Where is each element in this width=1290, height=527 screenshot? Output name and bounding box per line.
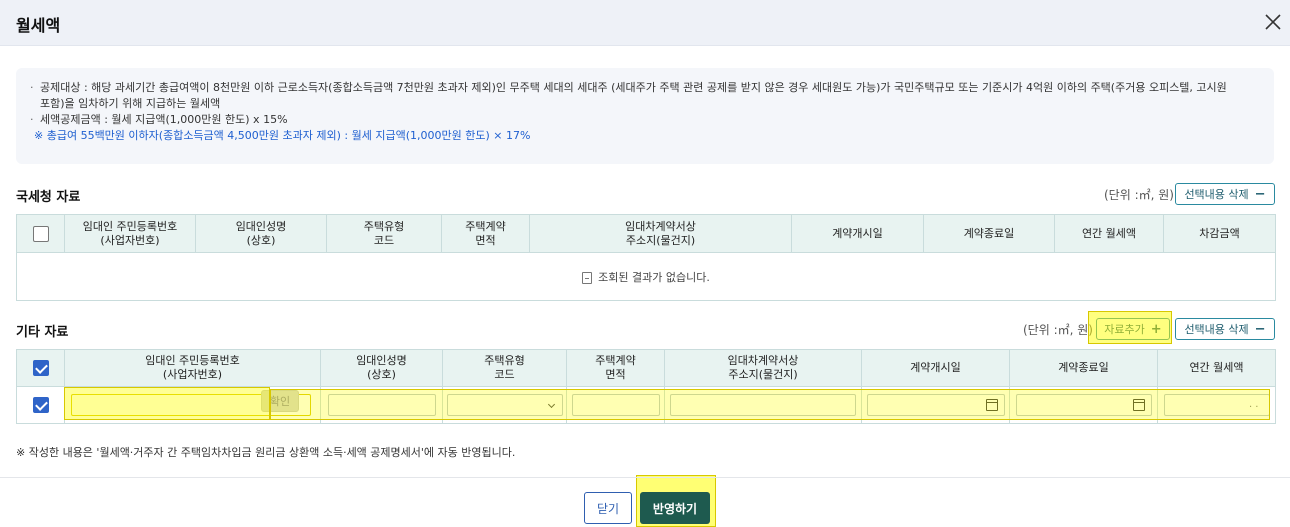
end-date-cell — [1009, 386, 1158, 424]
house-type-select[interactable] — [446, 394, 563, 416]
nts-col-deduct-amount: 차감금액 — [1163, 214, 1276, 253]
add-data-button[interactable]: 자료추가 + — [1096, 318, 1170, 340]
modal-title: 월세액 — [16, 16, 61, 35]
checkbox-checked-icon[interactable] — [32, 360, 49, 376]
other-col-landlord-name: 임대인성명 (상호) — [320, 349, 443, 387]
nts-col-annual-rent: 연간 월세액 — [1054, 214, 1164, 253]
apply-button[interactable]: 반영하기 — [640, 492, 710, 524]
landlord-id-cell: 확인 — [64, 386, 321, 424]
calendar-icon[interactable] — [985, 399, 998, 411]
modal-header: 월세액 — [0, 0, 1290, 46]
notice-line-amount: · 세액공제금액 : 월세 지급액(1,000만원 한도) x 15% — [30, 113, 288, 126]
address-input[interactable] — [670, 394, 856, 416]
annual-rent-input[interactable]: . . — [1163, 394, 1270, 416]
nts-col-address: 임대차계약서상 주소지(물건지) — [529, 214, 792, 253]
close-button[interactable]: 닫기 — [584, 492, 632, 524]
landlord-name-cell — [320, 386, 443, 424]
annual-rent-cell: . . — [1157, 386, 1276, 424]
landlord-name-input[interactable] — [327, 394, 436, 416]
other-table: 임대인 주민등록번호 (사업자번호) 임대인성명 (상호) 주택유형 코드 주택계약 면… — [16, 349, 1276, 424]
notice-line-target-cont: 포함)을 임차하기 위해 지급하는 월세액 — [40, 97, 221, 110]
minus-icon: − — [1254, 321, 1266, 337]
notice-line-special: ※ 총급여 55백만원 이하자(종합소득금액 4,500만원 초과자 제외) :… — [34, 129, 531, 142]
other-unit-label: (단위 :㎡, 원) — [1023, 323, 1093, 337]
area-input[interactable] — [571, 394, 660, 416]
footnote: ※ 작성한 내용은 '월세액·거주자 간 주택임차차입금 원리금 상환액 소득·… — [16, 446, 516, 459]
other-delete-button[interactable]: 선택내용 삭제 − — [1175, 318, 1275, 340]
nts-col-start-date: 계약개시일 — [791, 214, 924, 253]
nts-select-all[interactable] — [16, 214, 65, 253]
start-date-input[interactable] — [866, 394, 1005, 416]
other-col-start-date: 계약개시일 — [861, 349, 1010, 387]
nts-col-area: 주택계약 면적 — [441, 214, 530, 253]
plus-icon: + — [1150, 321, 1162, 337]
other-section-title: 기타 자료 — [16, 325, 69, 340]
checkbox-checked-icon[interactable] — [32, 397, 49, 413]
close-icon[interactable] — [1262, 11, 1284, 33]
nts-empty-row: 조회된 결과가 없습니다. — [16, 252, 1276, 301]
area-cell — [566, 386, 665, 424]
nts-col-landlord-name: 임대인성명 (상호) — [195, 214, 327, 253]
end-date-input[interactable] — [1015, 394, 1152, 416]
calendar-icon[interactable] — [1132, 399, 1145, 411]
nts-col-end-date: 계약종료일 — [923, 214, 1055, 253]
other-col-house-type: 주택유형 코드 — [442, 349, 567, 387]
start-date-cell — [861, 386, 1010, 424]
notice-line-target: · 공제대상 : 해당 과세기간 총급여액이 8천만원 이하 근로소득자(종합소득… — [30, 81, 1227, 94]
nts-unit-label: (단위 :㎡, 원) — [1104, 188, 1174, 202]
nts-table: 임대인 주민등록번호 (사업자번호) 임대인성명 (상호) 주택유형 코드 주택계약 면… — [16, 214, 1276, 301]
nts-col-landlord-id: 임대인 주민등록번호 (사업자번호) — [64, 214, 196, 253]
nts-delete-button[interactable]: 선택내용 삭제 − — [1175, 183, 1275, 205]
other-col-end-date: 계약종료일 — [1009, 349, 1158, 387]
nts-section-title: 국세청 자료 — [16, 190, 81, 205]
other-col-address: 임대차계약서상 주소지(물건지) — [664, 349, 862, 387]
deduction-notice: · 공제대상 : 해당 과세기간 총급여액이 8천만원 이하 근로소득자(종합소득… — [16, 68, 1274, 164]
other-col-annual-rent: 연간 월세액 — [1157, 349, 1276, 387]
confirm-button[interactable]: 확인 — [261, 390, 299, 412]
house-type-cell — [442, 386, 567, 424]
nts-col-house-type: 주택유형 코드 — [326, 214, 442, 253]
table-row: 확인 . . — [16, 386, 1276, 424]
other-select-all[interactable] — [16, 349, 65, 387]
footer-divider — [0, 477, 1290, 478]
document-icon — [582, 271, 593, 284]
address-cell — [664, 386, 862, 424]
other-col-area: 주택계약 면적 — [566, 349, 665, 387]
checkbox-icon[interactable] — [32, 225, 49, 242]
minus-icon: − — [1254, 186, 1266, 202]
other-col-landlord-id: 임대인 주민등록번호 (사업자번호) — [64, 349, 321, 387]
row-select[interactable] — [16, 386, 65, 424]
